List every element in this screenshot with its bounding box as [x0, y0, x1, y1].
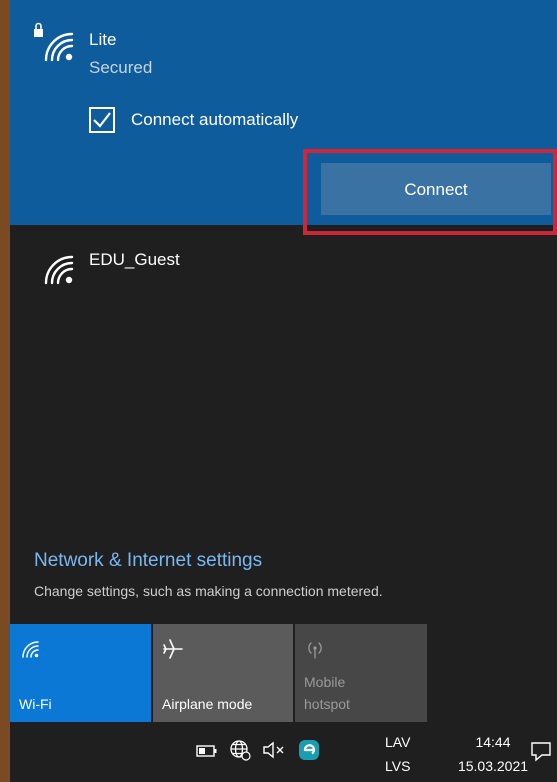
network-globe-icon[interactable]	[228, 738, 252, 767]
network-item-lite[interactable]: Lite Secured Connect automatically Conne…	[10, 0, 557, 235]
airplane-mode-tile[interactable]: Airplane mode	[153, 624, 293, 722]
network-name: Lite	[89, 30, 117, 49]
network-flyout: Lite Secured Connect automatically Conne…	[10, 0, 557, 782]
wifi-icon	[19, 638, 39, 663]
hotspot-icon	[304, 638, 326, 665]
input-language-indicator[interactable]: LAV LVS	[385, 730, 410, 778]
hotspot-label-line1: Mobile	[304, 674, 346, 690]
network-settings-link[interactable]: Network & Internet settings	[34, 550, 262, 572]
checkmark-icon	[93, 112, 111, 128]
highlight-box	[303, 149, 557, 235]
airplane-icon	[162, 638, 184, 665]
wifi-icon	[32, 243, 74, 290]
hotspot-label-line2: hotspot	[304, 696, 350, 712]
connect-automatically-label: Connect automatically	[131, 110, 299, 129]
keyboard-layout-code: LVS	[385, 758, 411, 774]
network-item-edu-guest[interactable]: EDU_Guest	[10, 225, 557, 295]
network-name: EDU_Guest	[89, 250, 180, 269]
taskbar: LAV LVS 14:44 15.03.2021	[10, 722, 557, 782]
connect-automatically-checkbox[interactable]	[89, 107, 115, 133]
volume-muted-icon[interactable]	[262, 740, 286, 765]
battery-icon[interactable]	[196, 744, 218, 763]
wifi-toggle-tile[interactable]: Wi-Fi	[10, 624, 151, 722]
clock[interactable]: 14:44 15.03.2021	[448, 730, 538, 778]
language-code: LAV	[385, 734, 411, 750]
mobile-hotspot-tile: Mobile hotspot	[295, 624, 427, 722]
secured-wifi-icon	[32, 20, 74, 67]
wifi-tile-label: Wi-Fi	[19, 696, 52, 712]
clock-time: 14:44	[475, 734, 511, 750]
eset-icon[interactable]	[298, 739, 320, 766]
clock-date: 15.03.2021	[457, 758, 529, 774]
notification-icon[interactable]	[530, 740, 552, 767]
network-security-status: Secured	[89, 58, 153, 77]
network-settings-description: Change settings, such as making a connec…	[34, 583, 383, 599]
airplane-mode-label: Airplane mode	[162, 696, 253, 712]
